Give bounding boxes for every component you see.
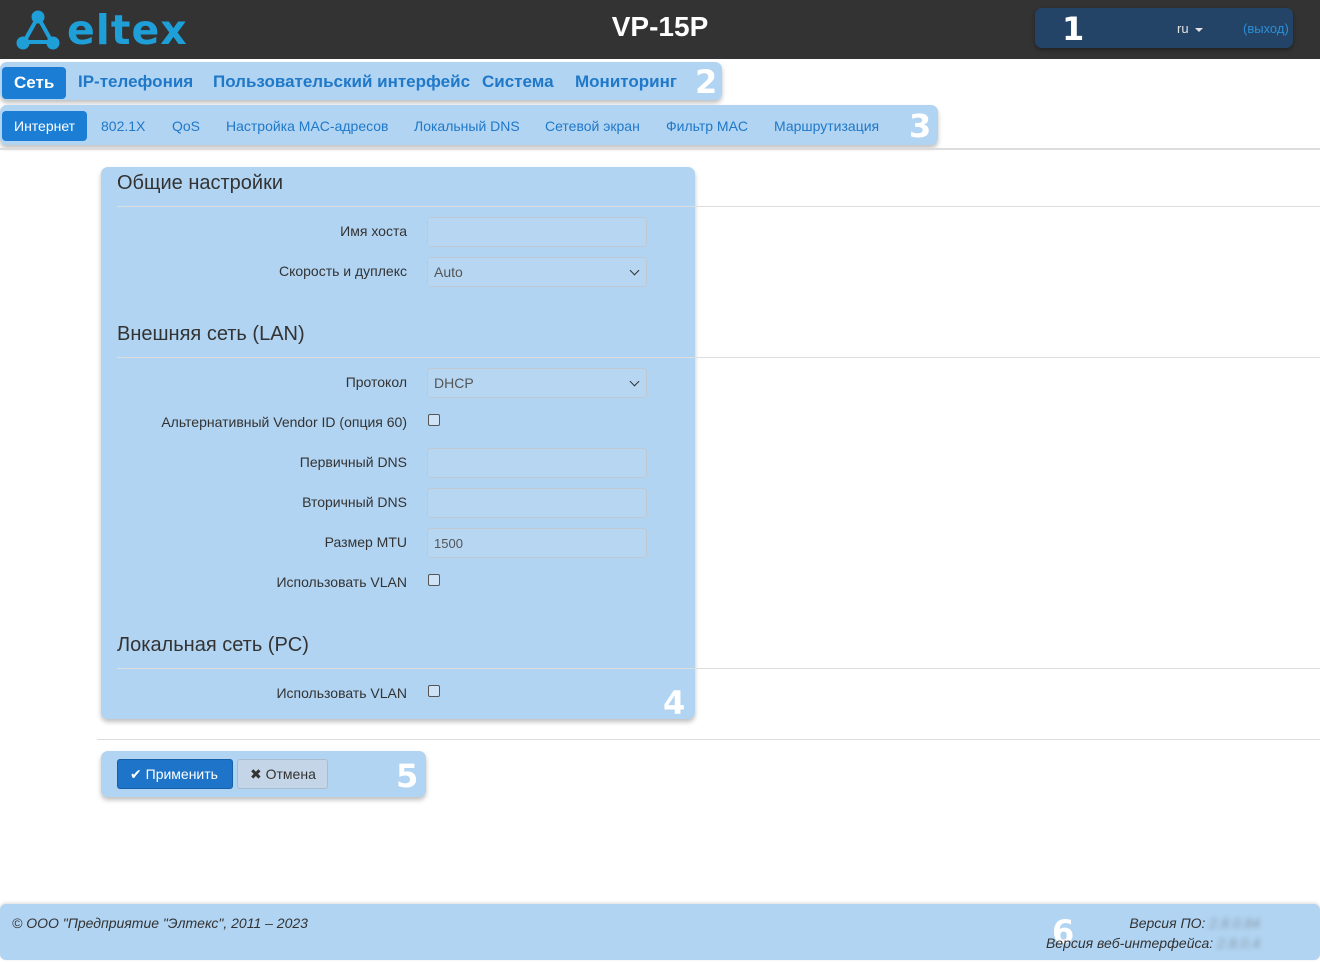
sub-nav: Интернет 802.1X QoS Настройка MAC-адресо… xyxy=(0,105,938,145)
firmware-version: Версия ПО: 2.8.0.84 xyxy=(1129,915,1260,931)
speed-duplex-value: Auto xyxy=(434,264,463,280)
vendor-id-checkbox[interactable] xyxy=(428,414,440,426)
chevron-down-icon xyxy=(629,376,640,387)
web-version-value: 2.8.0.4 xyxy=(1217,935,1260,951)
wan-vlan-label: Использовать VLAN xyxy=(276,574,407,590)
lan-vlan-label: Использовать VLAN xyxy=(276,685,407,701)
callout-1: 1 xyxy=(1062,10,1085,48)
section-divider xyxy=(117,206,1320,207)
protocol-value: DHCP xyxy=(434,375,474,391)
user-panel: 1 ru (выход) xyxy=(1035,8,1293,48)
mtu-label: Размер MTU xyxy=(324,534,407,550)
callout-4: 4 xyxy=(663,684,686,722)
nav-tab-ip-telephony[interactable]: IP-телефония xyxy=(78,72,193,92)
copyright-text: © ООО "Предприятие "Элтекс", 2011 – 2023 xyxy=(12,915,308,931)
subnav-tab-mac-settings[interactable]: Настройка MAC-адресов xyxy=(226,117,389,135)
section-title-lan: Локальная сеть (PC) xyxy=(117,634,309,656)
firmware-version-label: Версия ПО: xyxy=(1129,915,1206,931)
vendor-id-label: Альтернативный Vendor ID (опция 60) xyxy=(161,414,407,430)
nav-tab-monitoring[interactable]: Мониторинг xyxy=(575,72,677,92)
web-version-label: Версия веб-интерфейса: xyxy=(1045,935,1214,951)
subnav-tab-routing[interactable]: Маршрутизация xyxy=(774,117,879,135)
logo-text: eltex xyxy=(67,6,188,54)
secondary-dns-label: Вторичный DNS xyxy=(302,494,407,510)
language-dropdown[interactable]: ru xyxy=(1177,21,1204,36)
eltex-logo: eltex xyxy=(15,9,215,51)
web-interface-version: Версия веб-интерфейса: 2.8.0.4 xyxy=(1046,935,1260,951)
secondary-dns-input[interactable] xyxy=(427,488,647,518)
section-divider xyxy=(117,668,1320,669)
primary-dns-label: Первичный DNS xyxy=(299,454,407,470)
close-icon: ✖ xyxy=(250,766,262,782)
subnav-tab-internet[interactable]: Интернет xyxy=(2,111,88,141)
cancel-label: Отмена xyxy=(265,766,316,782)
subnav-tab-mac-filter[interactable]: Фильтр MAC xyxy=(666,117,748,135)
cancel-button[interactable]: ✖ Отмена xyxy=(237,759,328,789)
primary-dns-input[interactable] xyxy=(427,448,647,478)
logout-link[interactable]: (выход) xyxy=(1243,21,1289,36)
eltex-logo-icon xyxy=(16,10,60,50)
protocol-select[interactable]: DHCP xyxy=(427,368,647,398)
speed-duplex-select[interactable]: Auto xyxy=(427,257,647,287)
footer: © ООО "Предприятие "Элтекс", 2011 – 2023… xyxy=(0,904,1320,960)
subnav-tab-8021x[interactable]: 802.1X xyxy=(101,117,145,135)
hostname-label: Имя хоста xyxy=(340,223,407,239)
subnav-tab-local-dns[interactable]: Локальный DNS xyxy=(414,117,520,135)
section-title-wan: Внешняя сеть (LAN) xyxy=(117,323,305,345)
section-title-general: Общие настройки xyxy=(117,172,283,194)
speed-duplex-label: Скорость и дуплекс xyxy=(278,263,407,279)
nav-divider xyxy=(0,148,1320,150)
apply-label: Применить xyxy=(145,766,218,782)
chevron-down-icon xyxy=(629,265,640,276)
callout-3: 3 xyxy=(909,107,932,145)
protocol-label: Протокол xyxy=(345,374,407,390)
firmware-version-value: 2.8.0.84 xyxy=(1209,915,1260,931)
lan-vlan-checkbox[interactable] xyxy=(428,685,440,697)
check-icon: ✔ xyxy=(130,766,142,782)
form-divider xyxy=(97,739,1320,740)
wan-vlan-checkbox[interactable] xyxy=(428,574,440,586)
subnav-tab-qos[interactable]: QoS xyxy=(172,117,200,135)
hostname-input[interactable] xyxy=(427,217,647,247)
callout-5: 5 xyxy=(396,757,419,795)
subnav-tab-firewall[interactable]: Сетевой экран xyxy=(545,117,640,135)
section-divider xyxy=(117,357,1320,358)
nav-tab-system[interactable]: Система xyxy=(482,72,554,92)
main-nav: Сеть IP-телефония Пользовательский интер… xyxy=(0,62,722,100)
callout-2: 2 xyxy=(695,63,718,101)
language-label: ru xyxy=(1177,21,1189,36)
nav-tab-network[interactable]: Сеть xyxy=(2,67,67,99)
mtu-input[interactable] xyxy=(427,528,647,558)
top-header: eltex VP-15P 1 ru (выход) xyxy=(0,0,1320,59)
apply-button[interactable]: ✔ Применить xyxy=(117,759,233,789)
caret-down-icon xyxy=(1195,27,1204,32)
nav-tab-user-interface[interactable]: Пользовательский интерфейс xyxy=(213,72,470,92)
